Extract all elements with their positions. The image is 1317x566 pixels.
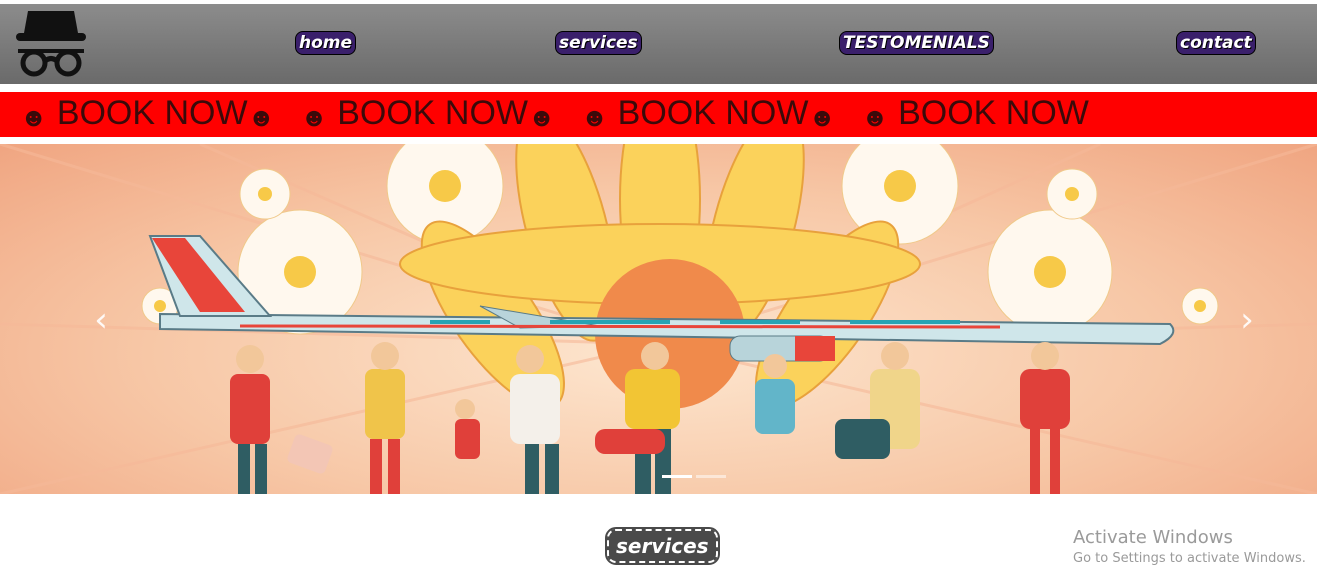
incognito-logo-icon[interactable]: [14, 9, 88, 77]
nav-contact-link[interactable]: contact: [1176, 31, 1256, 55]
smiley-icon: ☻: [580, 102, 609, 132]
traveler-figures: [230, 342, 1070, 494]
marquee-item[interactable]: ☻ BOOK NOW: [861, 93, 1089, 137]
smiley-icon: ☻: [300, 102, 328, 132]
carousel-indicator[interactable]: [662, 475, 692, 478]
smiley-icon: ☻: [861, 102, 889, 132]
watermark-title: Activate Windows: [1073, 527, 1233, 548]
services-section-title: services: [605, 527, 720, 565]
top-navbar: home services TESTOMENIALS contact: [0, 4, 1317, 84]
chevron-right-icon[interactable]: ›: [1232, 300, 1262, 340]
smiley-icon: ☻: [20, 102, 48, 132]
watermark-subtitle: Go to Settings to activate Windows.: [1073, 551, 1306, 566]
activate-windows-watermark: Activate Windows Go to Settings to activ…: [1073, 527, 1306, 566]
hero-carousel: ‹ ›: [0, 144, 1317, 494]
hero-illustration: [0, 144, 1317, 494]
carousel-indicators: [660, 465, 728, 483]
carousel-indicator[interactable]: [696, 475, 726, 478]
smiley-icon: ☻: [528, 102, 556, 132]
nav-services-link[interactable]: services: [555, 31, 642, 55]
nav-home-link[interactable]: home: [295, 31, 357, 55]
marquee-item[interactable]: ☻ BOOK NOW☻: [20, 93, 275, 137]
nav-testimonials-link[interactable]: TESTOMENIALS: [839, 31, 994, 55]
book-now-marquee[interactable]: ☻ BOOK NOW☻ ☻ BOOK NOW☻ ☻ BOOK NOW☻ ☻ BO…: [0, 92, 1317, 137]
marquee-item[interactable]: ☻ BOOK NOW☻: [300, 93, 555, 137]
smiley-icon: ☻: [247, 102, 275, 132]
chevron-left-icon[interactable]: ‹: [86, 300, 116, 340]
marquee-item[interactable]: ☻ BOOK NOW☻: [581, 93, 836, 137]
smiley-icon: ☻: [808, 102, 836, 132]
